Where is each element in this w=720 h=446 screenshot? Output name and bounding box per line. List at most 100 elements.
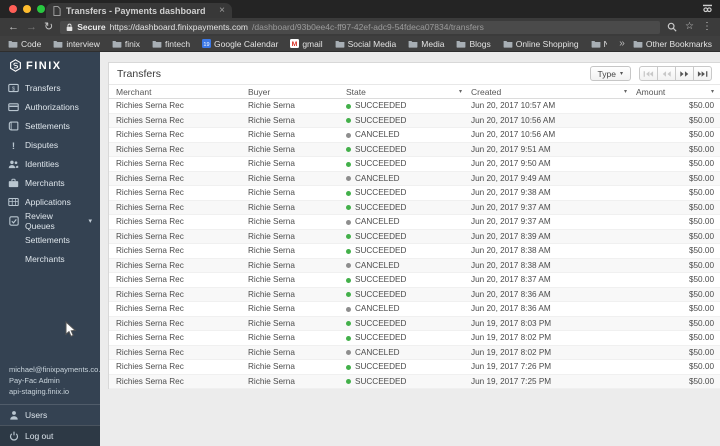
table-row[interactable]: Richies Serna Rec Richie Serna SUCCEEDED Ju… bbox=[109, 142, 720, 157]
state-dot-succeeded bbox=[346, 103, 351, 109]
bookmark-news[interactable]: News bbox=[591, 38, 608, 49]
cell-buyer: Richie Serna bbox=[248, 333, 295, 343]
bookmark-fintech[interactable]: fintech bbox=[152, 39, 190, 49]
browser-tab[interactable]: Transfers - Payments dashboard × bbox=[46, 3, 232, 18]
state-label: SUCCEEDED bbox=[355, 115, 407, 125]
svg-text:19: 19 bbox=[203, 42, 209, 48]
first-page-button[interactable] bbox=[639, 66, 658, 81]
state-dot-succeeded bbox=[346, 364, 351, 370]
table-row[interactable]: Richies Serna Rec Richie Serna SUCCEEDED Ju… bbox=[109, 186, 720, 201]
sidebar-item-merchants[interactable]: Merchants bbox=[0, 173, 100, 192]
other-bookmarks-label: Other Bookmarks bbox=[645, 38, 712, 49]
cell-buyer: Richie Serna bbox=[248, 115, 295, 125]
cell-amount: $50.00 bbox=[688, 115, 714, 125]
table-row[interactable]: Richies Serna Rec Richie Serna CANCELED Jun… bbox=[109, 258, 720, 273]
bookmark-google-calendar[interactable]: 19 Google Calendar bbox=[202, 39, 278, 49]
table-row[interactable]: Richies Serna Rec Richie Serna CANCELED Jun… bbox=[109, 215, 720, 230]
cell-state: SUCCEEDED bbox=[346, 159, 471, 168]
type-filter-button[interactable]: Type ▾ bbox=[589, 66, 631, 81]
column-header-state[interactable]: State ▾ bbox=[346, 87, 471, 97]
next-page-button[interactable] bbox=[675, 66, 694, 81]
bookmark-media[interactable]: Media bbox=[408, 39, 444, 49]
cell-merchant: Richies Serna Rec bbox=[116, 275, 184, 285]
chrome-menu-icon[interactable]: ⋮ bbox=[702, 22, 712, 32]
table-row[interactable]: Richies Serna Rec Richie Serna SUCCEEDED Ju… bbox=[109, 99, 720, 114]
sidebar-item-identities[interactable]: Identities bbox=[0, 154, 100, 173]
last-page-button[interactable] bbox=[693, 66, 712, 81]
table-row[interactable]: Richies Serna Rec Richie Serna SUCCEEDED Ju… bbox=[109, 113, 720, 128]
state-dot-succeeded bbox=[346, 147, 351, 153]
calendar-19-icon: 19 bbox=[202, 39, 212, 48]
state-label: CANCELED bbox=[355, 260, 400, 270]
table-row[interactable]: Richies Serna Rec Richie Serna CANCELED Jun… bbox=[109, 171, 720, 186]
cell-state: SUCCEEDED bbox=[346, 203, 471, 212]
sidebar-subitem-label: Merchants bbox=[25, 253, 65, 264]
cell-buyer: Richie Serna bbox=[248, 304, 295, 314]
back-button[interactable]: ← bbox=[8, 21, 19, 33]
cell-merchant: Richies Serna Rec bbox=[116, 115, 184, 125]
sidebar-item-transfers[interactable]: $ Transfers bbox=[0, 78, 100, 97]
table-row[interactable]: Richies Serna Rec Richie Serna CANCELED Jun… bbox=[109, 345, 720, 360]
bookmark-interview[interactable]: interview bbox=[53, 39, 100, 49]
table-row[interactable]: Richies Serna Rec Richie Serna SUCCEEDED Ju… bbox=[109, 157, 720, 172]
sidebar-item-authorizations[interactable]: Authorizations bbox=[0, 97, 100, 116]
table-row[interactable]: Richies Serna Rec Richie Serna SUCCEEDED Ju… bbox=[109, 360, 720, 375]
bookmark-gmail[interactable]: Mgmail bbox=[290, 39, 323, 49]
zoom-window-button[interactable] bbox=[37, 5, 45, 13]
sidebar-item-review-queues[interactable]: Review Queues ▾ bbox=[0, 211, 100, 231]
state-label: SUCCEEDED bbox=[355, 188, 407, 198]
other-bookmarks-folder[interactable]: Other Bookmarks bbox=[633, 39, 712, 49]
sidebar-item-settlements[interactable]: Settlements bbox=[0, 116, 100, 135]
state-dot-succeeded bbox=[346, 161, 351, 167]
minimize-window-button[interactable] bbox=[23, 5, 31, 13]
finix-logo[interactable]: FINIX bbox=[0, 52, 100, 78]
table-row[interactable]: Richies Serna Rec Richie Serna CANCELED Jun… bbox=[109, 128, 720, 143]
bookmark-social-media[interactable]: Social Media bbox=[335, 39, 396, 49]
previous-page-button[interactable] bbox=[657, 66, 676, 81]
cell-amount: $50.00 bbox=[688, 188, 714, 198]
sidebar-subitem-settlements[interactable]: Settlements bbox=[0, 230, 100, 249]
sidebar-item-log-out[interactable]: Log out bbox=[0, 425, 100, 446]
table-row[interactable]: Richies Serna Rec Richie Serna SUCCEEDED Ju… bbox=[109, 273, 720, 288]
table-row[interactable]: Richies Serna Rec Richie Serna SUCCEEDED Ju… bbox=[109, 374, 720, 389]
bookmarks-overflow-icon[interactable]: » bbox=[619, 38, 625, 49]
table-row[interactable]: Richies Serna Rec Richie Serna SUCCEEDED Ju… bbox=[109, 331, 720, 346]
sidebar-item-disputes[interactable]: ! Disputes bbox=[0, 135, 100, 154]
browser-toolbar: ← → ↻ Secure https://dashboard.finixpaym… bbox=[0, 18, 720, 36]
table-row[interactable]: Richies Serna Rec Richie Serna CANCELED Jun… bbox=[109, 302, 720, 317]
close-window-button[interactable] bbox=[9, 5, 17, 13]
table-row[interactable]: Richies Serna Rec Richie Serna SUCCEEDED Ju… bbox=[109, 316, 720, 331]
table-row[interactable]: Richies Serna Rec Richie Serna SUCCEEDED Ju… bbox=[109, 229, 720, 244]
bookmark-finix[interactable]: finix bbox=[112, 39, 140, 49]
sidebar-item-users[interactable]: Users bbox=[0, 404, 100, 425]
search-icon[interactable] bbox=[667, 22, 677, 32]
secure-label: Secure bbox=[77, 22, 106, 32]
bookmark-online-shopping[interactable]: Online Shopping bbox=[503, 39, 579, 49]
reload-button[interactable]: ↻ bbox=[44, 21, 53, 33]
bookmark-blogs[interactable]: Blogs bbox=[456, 39, 491, 49]
bookmark-label: finix bbox=[124, 38, 140, 49]
cell-state: SUCCEEDED bbox=[346, 188, 471, 197]
column-header-amount[interactable]: Amount ▾ bbox=[636, 87, 720, 97]
sidebar-subitem-merchants[interactable]: Merchants bbox=[0, 249, 100, 268]
sidebar-item-applications[interactable]: Applications bbox=[0, 192, 100, 211]
bookmark-code[interactable]: Code bbox=[8, 39, 41, 49]
address-bar[interactable]: Secure https://dashboard.finixpayments.c… bbox=[60, 20, 661, 34]
table-row[interactable]: Richies Serna Rec Richie Serna SUCCEEDED Ju… bbox=[109, 244, 720, 259]
forward-button[interactable]: → bbox=[26, 21, 37, 33]
sort-caret-icon[interactable]: ▾ bbox=[459, 88, 462, 95]
tab-close-icon[interactable]: × bbox=[219, 5, 225, 16]
bookmark-label: News bbox=[603, 38, 608, 49]
cell-merchant: Richies Serna Rec bbox=[116, 376, 184, 386]
state-label: SUCCEEDED bbox=[355, 202, 407, 212]
cell-state: SUCCEEDED bbox=[346, 246, 471, 255]
column-header-created[interactable]: Created ▾ bbox=[471, 87, 636, 97]
cell-buyer: Richie Serna bbox=[248, 101, 295, 111]
bookmark-star-icon[interactable]: ☆ bbox=[685, 22, 694, 32]
extension-icon[interactable] bbox=[702, 4, 713, 13]
bookmark-label: Media bbox=[421, 38, 445, 49]
table-row[interactable]: Richies Serna Rec Richie Serna SUCCEEDED Ju… bbox=[109, 200, 720, 215]
sort-caret-icon[interactable]: ▾ bbox=[624, 88, 627, 95]
sort-caret-icon[interactable]: ▾ bbox=[711, 88, 714, 95]
table-row[interactable]: Richies Serna Rec Richie Serna SUCCEEDED Ju… bbox=[109, 287, 720, 302]
